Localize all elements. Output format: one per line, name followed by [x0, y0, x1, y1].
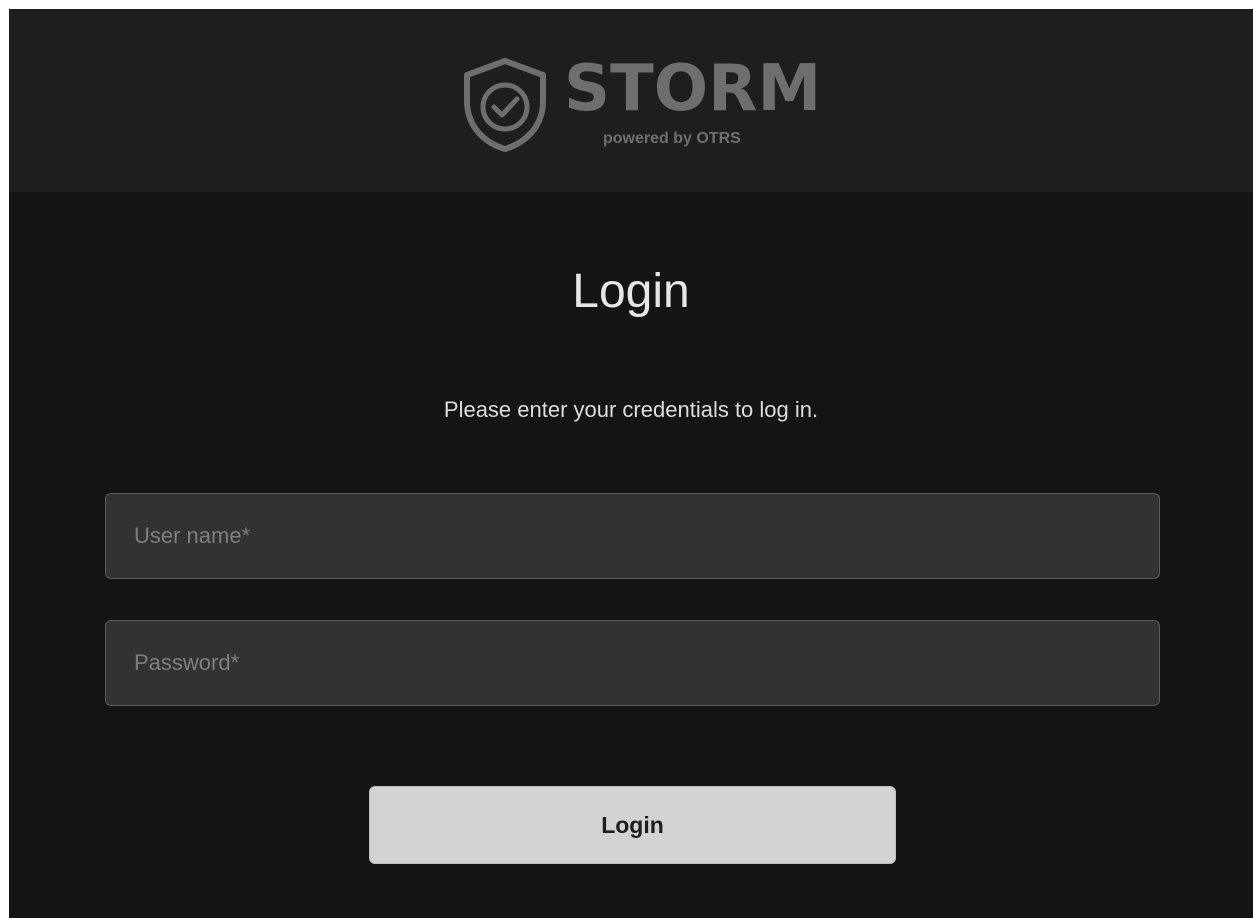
username-field[interactable] — [105, 493, 1160, 579]
login-page: STORM powered by OTRS Login Please enter… — [9, 9, 1253, 918]
header-bar: STORM powered by OTRS — [9, 9, 1253, 192]
storm-logo: STORM powered by OTRS — [461, 53, 821, 157]
login-instructions: Please enter your credentials to log in. — [443, 397, 819, 422]
brand-subtitle: powered by OTRS — [603, 130, 741, 147]
login-button[interactable]: Login — [369, 786, 896, 864]
shield-check-icon — [464, 58, 546, 152]
password-field[interactable] — [105, 620, 1160, 706]
page-title: Login — [572, 265, 690, 318]
brand-name: STORM — [564, 52, 822, 126]
